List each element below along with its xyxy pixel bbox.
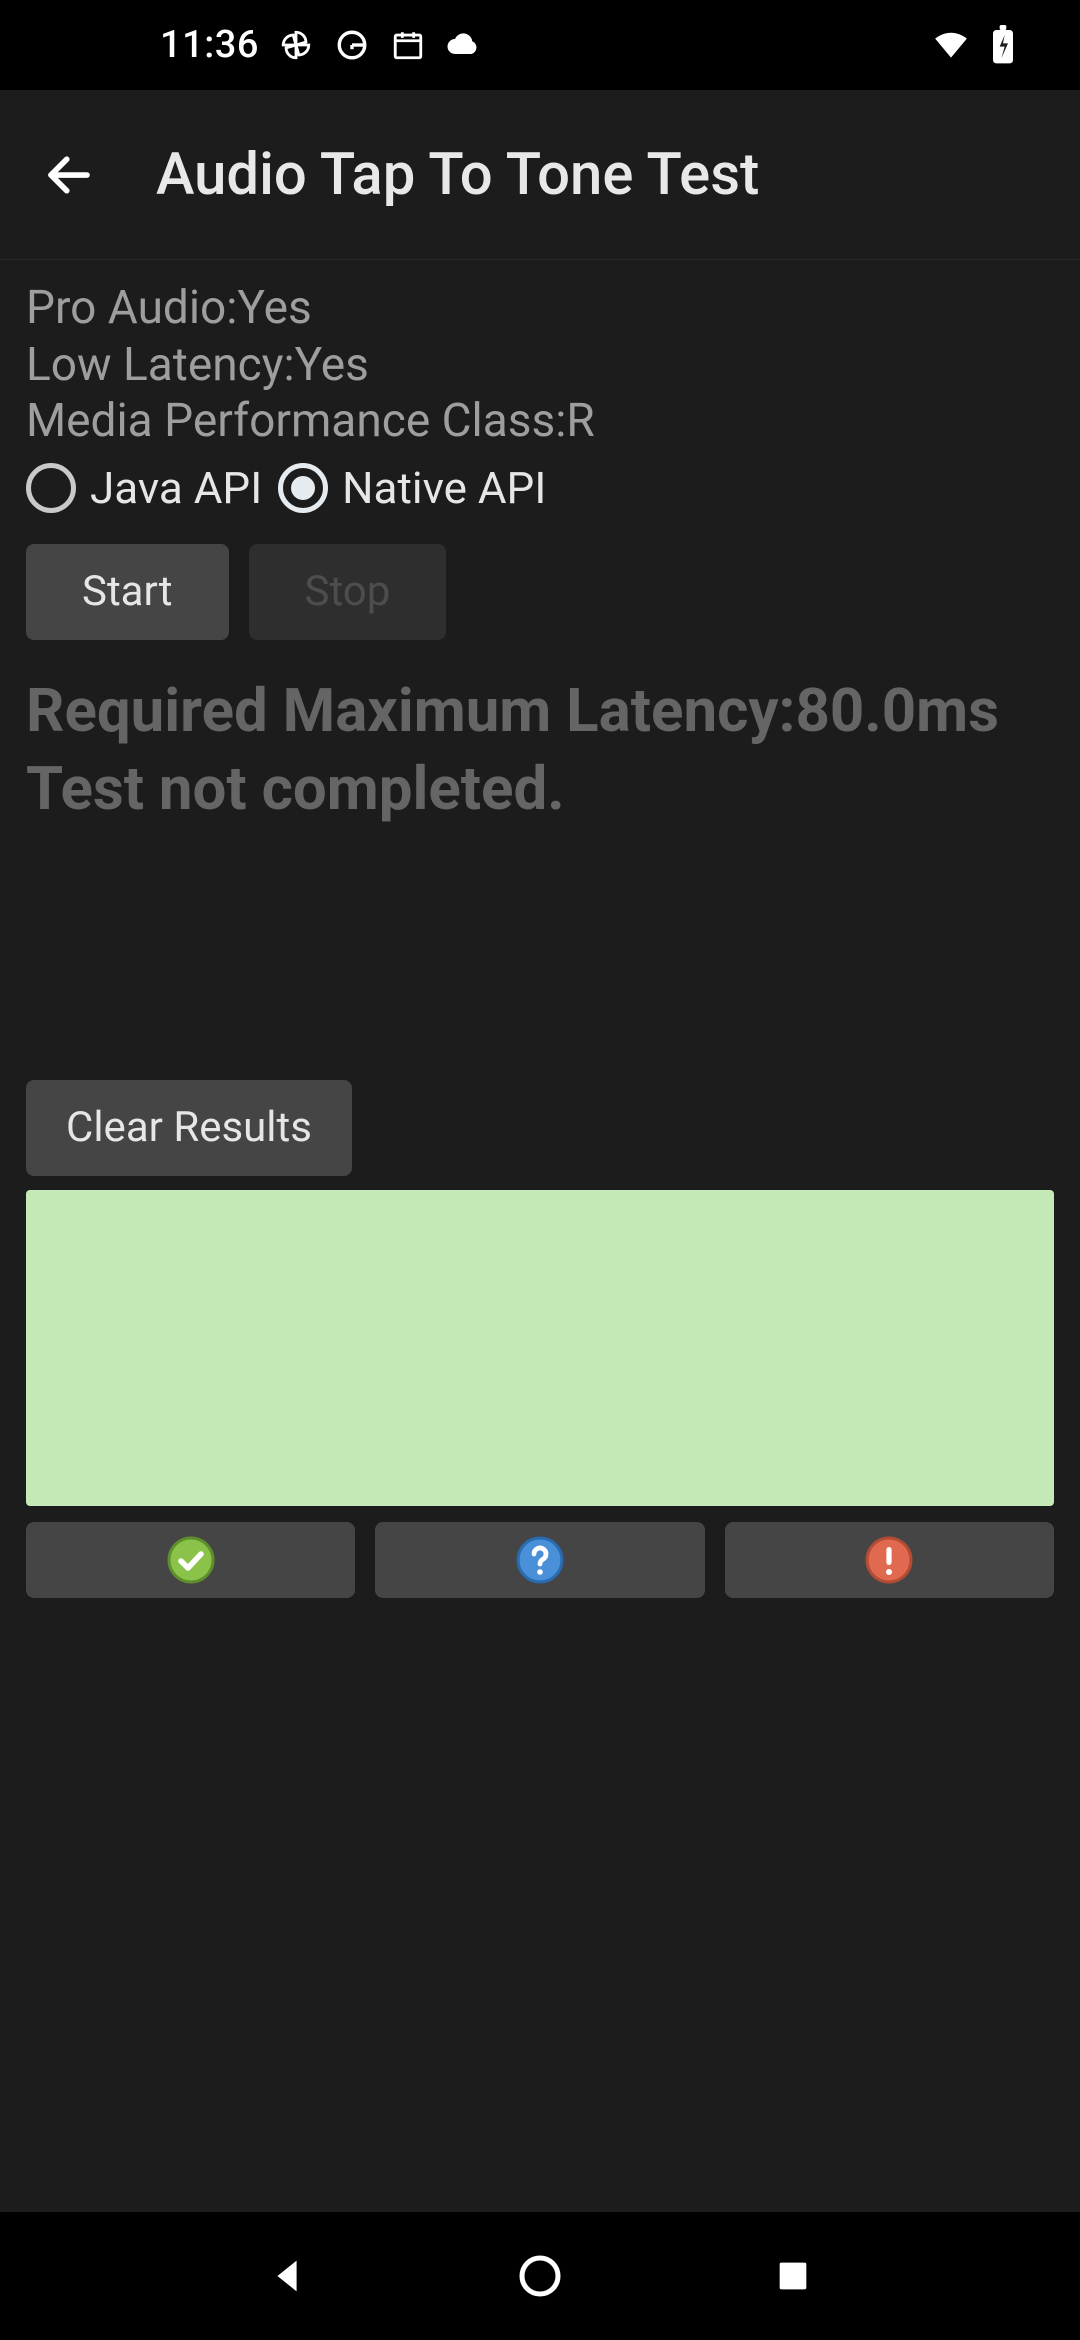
nav-recents-button[interactable] xyxy=(753,2236,833,2316)
alert-circle-icon xyxy=(865,1536,913,1584)
clear-results-button[interactable]: Clear Results xyxy=(26,1080,352,1176)
radio-inner-dot xyxy=(291,476,315,500)
info-pro-audio: Pro Audio:Yes xyxy=(26,280,1054,337)
status-block: Required Maximum Latency:80.0ms Test not… xyxy=(26,672,1054,828)
pinwheel-icon xyxy=(277,26,315,64)
pass-button[interactable] xyxy=(26,1522,355,1598)
check-circle-icon xyxy=(167,1536,215,1584)
calendar-icon xyxy=(389,26,427,64)
radio-checked-icon xyxy=(278,463,328,513)
main-content: Pro Audio:Yes Low Latency:Yes Media Perf… xyxy=(0,260,1080,2212)
stop-button: Stop xyxy=(249,544,447,640)
app-bar: Audio Tap To Tone Test xyxy=(0,90,1080,260)
radio-java-api-label: Java API xyxy=(90,462,262,514)
back-button[interactable] xyxy=(30,136,108,214)
info-low-latency: Low Latency:Yes xyxy=(26,337,1054,394)
fail-button[interactable] xyxy=(725,1522,1054,1598)
radio-unchecked-icon xyxy=(26,463,76,513)
status-bar: 11:36 xyxy=(0,0,1080,90)
info-button[interactable] xyxy=(375,1522,704,1598)
radio-native-api-label: Native API xyxy=(342,462,546,514)
navigation-bar xyxy=(0,2212,1080,2340)
tap-area[interactable] xyxy=(26,1190,1054,1506)
status-time: 11:36 xyxy=(160,23,259,67)
nav-back-button[interactable] xyxy=(247,2236,327,2316)
result-button-row xyxy=(26,1522,1054,1598)
status-bar-left: 11:36 xyxy=(160,23,483,67)
google-g-icon xyxy=(333,26,371,64)
question-circle-icon xyxy=(516,1536,564,1584)
page-title: Audio Tap To Tone Test xyxy=(156,141,759,209)
info-media-perf-class: Media Performance Class:R xyxy=(26,393,1054,450)
wifi-icon xyxy=(932,26,970,64)
radio-native-api[interactable]: Native API xyxy=(278,462,552,514)
status-bar-right xyxy=(932,26,1022,64)
test-completion-text: Test not completed. xyxy=(26,750,1054,828)
radio-java-api[interactable]: Java API xyxy=(26,462,268,514)
cloud-icon xyxy=(445,26,483,64)
circle-home-icon xyxy=(516,2252,564,2300)
nav-home-button[interactable] xyxy=(500,2236,580,2316)
control-button-row: Start Stop xyxy=(26,544,1054,640)
battery-charging-icon xyxy=(984,26,1022,64)
arrow-left-icon xyxy=(42,148,96,202)
start-button[interactable]: Start xyxy=(26,544,229,640)
api-radio-group: Java API Native API xyxy=(26,462,1054,514)
square-recents-icon xyxy=(773,2256,813,2296)
required-latency-text: Required Maximum Latency:80.0ms xyxy=(26,672,1054,750)
triangle-back-icon xyxy=(264,2253,310,2299)
